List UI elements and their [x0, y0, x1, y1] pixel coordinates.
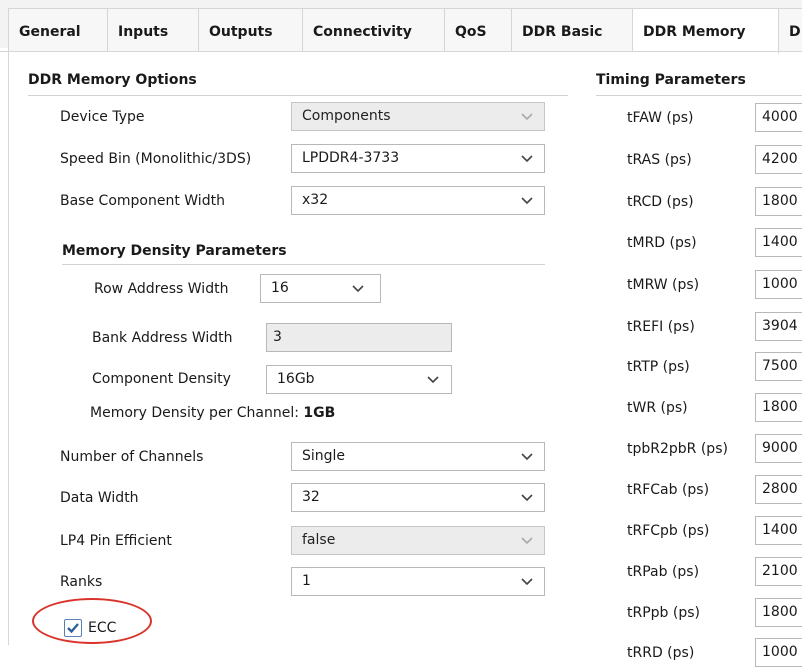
tab-ddr-memory[interactable]: DDR Memory: [633, 8, 779, 54]
checkmark-icon: [67, 623, 79, 634]
data-width-select[interactable]: 32: [291, 483, 545, 512]
data-width-value: 32: [302, 489, 320, 505]
timing-value-field[interactable]: 1000: [755, 638, 802, 667]
tab-content-border: [0, 51, 802, 52]
chevron-down-icon: [521, 484, 535, 511]
chevron-down-icon: [352, 275, 366, 302]
timing-label: tRFCpb (ps): [627, 523, 710, 539]
timing-label: tRAS (ps): [627, 152, 692, 168]
component-density-value: 16Gb: [277, 371, 315, 387]
chevron-down-icon: [521, 527, 535, 554]
number-of-channels-select[interactable]: Single: [291, 442, 545, 471]
content-left-border: [8, 51, 9, 645]
base-component-width-label: Base Component Width: [60, 193, 225, 209]
tab-qos[interactable]: QoS: [445, 8, 512, 52]
tab-bar: General Inputs Outputs Connectivity QoS …: [0, 0, 802, 54]
timing-value-field[interactable]: 1800: [755, 598, 802, 627]
density-per-channel-value: 1GB: [303, 405, 336, 421]
bank-address-width-label: Bank Address Width: [92, 330, 233, 346]
base-component-width-select[interactable]: x32: [291, 186, 545, 215]
timing-label: tRRD (ps): [627, 645, 695, 661]
component-density-select[interactable]: 16Gb: [266, 365, 452, 394]
chevron-down-icon: [521, 145, 535, 172]
speed-bin-label: Speed Bin (Monolithic/3DS): [60, 151, 252, 167]
timing-label: tRTP (ps): [627, 359, 690, 375]
base-component-width-value: x32: [302, 192, 329, 208]
density-per-channel-label: Memory Density per Channel:: [90, 405, 299, 421]
chevron-down-icon: [521, 187, 535, 214]
timing-value-field[interactable]: 1400: [755, 516, 802, 545]
tab-ddr-basic[interactable]: DDR Basic: [512, 8, 633, 52]
number-of-channels-value: Single: [302, 448, 346, 464]
memory-density-title: Memory Density Parameters: [62, 243, 287, 259]
chevron-down-icon: [521, 568, 535, 595]
timing-parameters-title: Timing Parameters: [596, 72, 746, 88]
timing-value-field[interactable]: 4200: [755, 145, 802, 174]
ecc-checkbox[interactable]: [64, 619, 82, 637]
timing-label: tWR (ps): [627, 400, 688, 416]
tab-overflow[interactable]: D: [779, 8, 802, 52]
data-width-label: Data Width: [60, 490, 139, 506]
chevron-down-icon: [521, 443, 535, 470]
chevron-down-icon: [521, 103, 535, 130]
timing-label: tRPpb (ps): [627, 605, 700, 621]
tab-general[interactable]: General: [8, 8, 108, 52]
tab-outputs[interactable]: Outputs: [199, 8, 303, 52]
ranks-select[interactable]: 1: [291, 567, 545, 596]
timing-label: tRCD (ps): [627, 194, 694, 210]
timing-value-field[interactable]: 3904: [755, 312, 802, 341]
lp4-pin-efficient-select: false: [291, 526, 545, 555]
timing-parameters-divider: [596, 95, 802, 96]
timing-value-field[interactable]: 2800: [755, 475, 802, 504]
chevron-down-icon: [427, 366, 441, 393]
timing-label: tFAW (ps): [627, 110, 694, 126]
density-per-channel: Memory Density per Channel: 1GB: [90, 405, 335, 421]
component-density-label: Component Density: [92, 371, 231, 387]
device-type-label: Device Type: [60, 109, 145, 125]
bank-address-width-field: 3: [266, 323, 452, 352]
timing-label: tMRD (ps): [627, 235, 697, 251]
timing-label: tRFCab (ps): [627, 482, 710, 498]
tab-connectivity[interactable]: Connectivity: [303, 8, 445, 52]
memory-density-divider: [62, 264, 545, 265]
timing-label: tpbR2pbR (ps): [627, 441, 728, 457]
ranks-value: 1: [302, 573, 311, 589]
row-address-width-value: 16: [271, 280, 289, 296]
ddr-memory-options-title: DDR Memory Options: [28, 72, 197, 88]
speed-bin-value: LPDDR4-3733: [302, 150, 400, 166]
ddr-memory-options-divider: [28, 95, 568, 96]
row-address-width-label: Row Address Width: [94, 281, 229, 297]
timing-value-field[interactable]: 2100: [755, 557, 802, 586]
timing-label: tMRW (ps): [627, 277, 700, 293]
lp4-pin-efficient-label: LP4 Pin Efficient: [60, 533, 172, 549]
timing-value-field[interactable]: 1800: [755, 187, 802, 216]
timing-value-field[interactable]: 1800: [755, 393, 802, 422]
tab-inputs[interactable]: Inputs: [108, 8, 199, 52]
timing-value-field[interactable]: 1400: [755, 228, 802, 257]
timing-value-field[interactable]: 7500: [755, 352, 802, 381]
timing-value-field[interactable]: 1000: [755, 270, 802, 299]
device-type-value: Components: [302, 108, 391, 124]
row-address-width-select[interactable]: 16: [260, 274, 381, 303]
speed-bin-select[interactable]: LPDDR4-3733: [291, 144, 545, 173]
device-type-select: Components: [291, 102, 545, 131]
timing-label: tRPab (ps): [627, 564, 700, 580]
number-of-channels-label: Number of Channels: [60, 449, 204, 465]
ranks-label: Ranks: [60, 574, 103, 590]
ecc-label: ECC: [88, 620, 117, 636]
timing-value-field[interactable]: 4000: [755, 103, 802, 132]
timing-value-field[interactable]: 9000: [755, 434, 802, 463]
timing-label: tREFI (ps): [627, 319, 695, 335]
lp4-pin-efficient-value: false: [302, 532, 336, 548]
